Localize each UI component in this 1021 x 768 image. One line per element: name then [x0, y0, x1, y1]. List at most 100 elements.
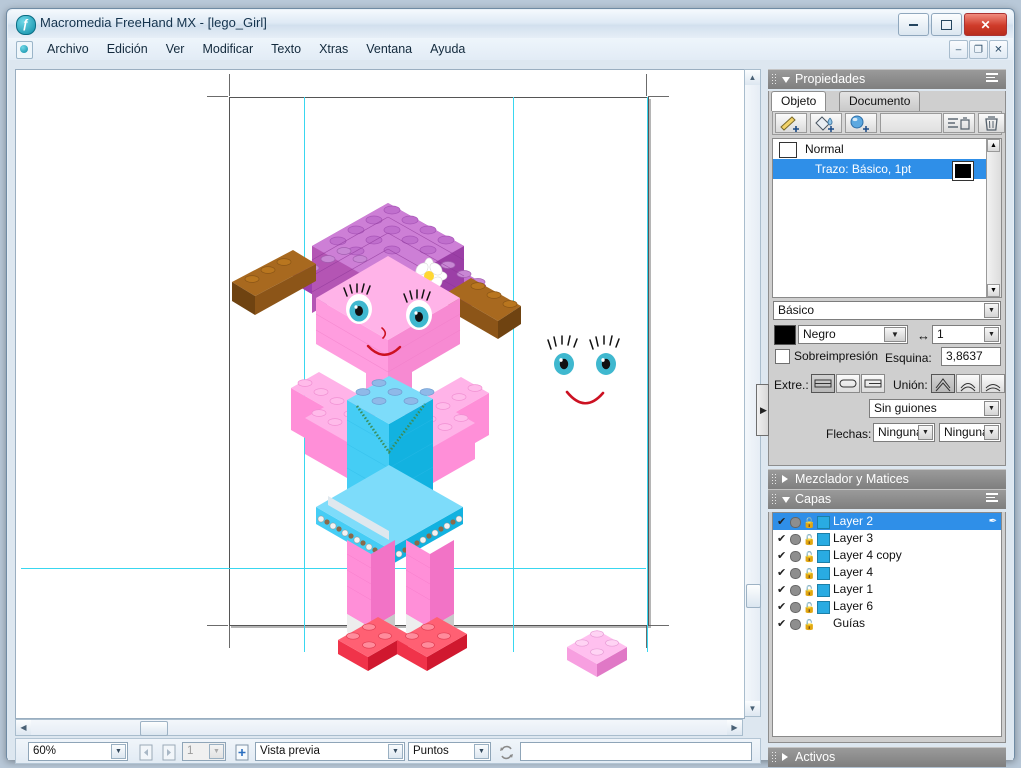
- tab-documento[interactable]: Documento: [839, 91, 921, 111]
- menu-edicion[interactable]: Edición: [98, 40, 157, 58]
- drag-grip-icon[interactable]: [771, 751, 778, 764]
- minimize-button[interactable]: [898, 13, 929, 36]
- tab-objeto[interactable]: Objeto: [771, 91, 827, 111]
- layer-row-layer-4-copy[interactable]: ✔ 🔓 Layer 4 copy: [773, 547, 1001, 564]
- dash-style-select[interactable]: Sin guiones ▼: [869, 399, 1001, 418]
- layer-color-swatch[interactable]: [817, 567, 830, 580]
- menu-ayuda[interactable]: Ayuda: [421, 40, 474, 58]
- chevron-down-icon[interactable]: [782, 77, 790, 83]
- menu-texto[interactable]: Texto: [262, 40, 310, 58]
- close-button[interactable]: ✕: [964, 13, 1007, 36]
- layer-print-icon[interactable]: [790, 534, 801, 545]
- units-select[interactable]: Puntos ▼: [408, 742, 491, 761]
- arrow-start-select[interactable]: Ninguna ▼: [873, 423, 935, 442]
- scroll-right-arrow[interactable]: ▶: [727, 720, 742, 735]
- chevron-down-icon[interactable]: ▼: [984, 303, 999, 318]
- stroke-color-select[interactable]: Negro ▼: [798, 325, 908, 344]
- overprint-checkbox[interactable]: [775, 349, 790, 364]
- join-bevel-button[interactable]: [981, 374, 1005, 393]
- lego-girl-artwork[interactable]: [16, 70, 744, 718]
- layer-color-swatch[interactable]: [817, 584, 830, 597]
- previous-page-icon[interactable]: [136, 742, 157, 763]
- layer-color-swatch[interactable]: [817, 533, 830, 546]
- layer-print-icon[interactable]: [790, 517, 801, 528]
- menu-ver[interactable]: Ver: [157, 40, 194, 58]
- drag-grip-icon[interactable]: [771, 73, 778, 86]
- panel-options-icon[interactable]: [986, 73, 1000, 86]
- list-item[interactable]: Normal: [773, 139, 1001, 159]
- delete-attribute-icon[interactable]: [943, 113, 975, 133]
- cap-round-button[interactable]: [836, 374, 860, 393]
- drag-grip-icon[interactable]: [771, 493, 778, 506]
- trash-icon[interactable]: [978, 113, 1005, 133]
- page-number-select[interactable]: 1 ▼: [182, 742, 226, 761]
- layer-row-layer-3[interactable]: ✔ 🔓 Layer 3: [773, 530, 1001, 547]
- chevron-down-icon[interactable]: [782, 497, 790, 503]
- next-page-icon[interactable]: [159, 742, 180, 763]
- panel-options-icon[interactable]: [986, 493, 1000, 506]
- layer-row-layer-6[interactable]: ✔ 🔓 Layer 6: [773, 598, 1001, 615]
- layer-row-layer-2[interactable]: ✔ 🔓 Layer 2 ✒: [773, 513, 1001, 530]
- cap-square-button[interactable]: [861, 374, 885, 393]
- vertical-scroll-thumb[interactable]: [746, 584, 761, 608]
- mixer-panel-header[interactable]: Mezclador y Matices: [768, 469, 1006, 489]
- layer-color-swatch[interactable]: [817, 516, 830, 529]
- horizontal-scroll-thumb[interactable]: [140, 721, 168, 736]
- chevron-down-icon[interactable]: ▼: [111, 744, 126, 759]
- menu-archivo[interactable]: Archivo: [38, 40, 98, 58]
- menu-modificar[interactable]: Modificar: [193, 40, 262, 58]
- cap-butt-button[interactable]: [811, 374, 835, 393]
- chevron-right-icon[interactable]: [782, 753, 788, 761]
- canvas-area[interactable]: [15, 69, 745, 719]
- list-scrollbar[interactable]: ▲ ▼: [986, 139, 1001, 297]
- add-fill-icon[interactable]: [810, 113, 842, 133]
- stroke-color-swatch[interactable]: [952, 161, 974, 181]
- add-page-icon[interactable]: [232, 742, 253, 763]
- chevron-down-icon[interactable]: ▼: [918, 425, 933, 440]
- miter-limit-input[interactable]: 3,8637: [941, 347, 1001, 366]
- layers-panel-header[interactable]: Capas: [768, 489, 1006, 509]
- chevron-down-icon[interactable]: ▼: [388, 744, 403, 759]
- add-stroke-icon[interactable]: [775, 113, 807, 133]
- layer-visibility-icon[interactable]: ✔: [777, 616, 786, 633]
- mdi-minimize-button[interactable]: –: [949, 40, 968, 59]
- layer-visibility-icon[interactable]: ✔: [777, 514, 786, 531]
- layer-visibility-icon[interactable]: ✔: [777, 531, 786, 548]
- horizontal-scrollbar[interactable]: ◀ ▶: [15, 719, 743, 736]
- chevron-down-icon[interactable]: ▼: [984, 401, 999, 416]
- normal-swatch[interactable]: [779, 142, 797, 158]
- stroke-type-select[interactable]: Básico ▼: [773, 301, 1001, 320]
- mdi-restore-button[interactable]: ❐: [969, 40, 988, 59]
- mdi-close-button[interactable]: ✕: [989, 40, 1008, 59]
- menu-ventana[interactable]: Ventana: [357, 40, 421, 58]
- chevron-down-icon[interactable]: ▼: [984, 327, 999, 342]
- scroll-up-arrow[interactable]: ▲: [987, 139, 1000, 152]
- layer-print-icon[interactable]: [790, 568, 801, 579]
- zoom-level-select[interactable]: 60% ▼: [28, 742, 128, 761]
- join-miter-button[interactable]: [931, 374, 955, 393]
- join-round-button[interactable]: [956, 374, 980, 393]
- chevron-down-icon[interactable]: ▼: [209, 744, 224, 759]
- maximize-button[interactable]: [931, 13, 962, 36]
- layer-visibility-icon[interactable]: ✔: [777, 582, 786, 599]
- layer-color-swatch[interactable]: [817, 601, 830, 614]
- layer-visibility-icon[interactable]: ✔: [777, 599, 786, 616]
- layer-row-layer-1[interactable]: ✔ 🔓 Layer 1: [773, 581, 1001, 598]
- layers-list[interactable]: ✔ 🔓 Layer 2 ✒ ✔ 🔓 Layer 3 ✔ 🔓 Layer 4 co…: [772, 512, 1002, 737]
- stroke-color-chip[interactable]: [774, 325, 796, 345]
- add-effect-icon[interactable]: [845, 113, 877, 133]
- layer-visibility-icon[interactable]: ✔: [777, 548, 786, 565]
- arrow-end-select[interactable]: Ninguna ▼: [939, 423, 1001, 442]
- chevron-right-icon[interactable]: [782, 475, 788, 483]
- object-attributes-list[interactable]: Normal Trazo: Básico, 1pt ▲ ▼: [772, 138, 1002, 298]
- view-mode-select[interactable]: Vista previa ▼: [255, 742, 405, 761]
- layer-print-icon[interactable]: [790, 585, 801, 596]
- panel-collapse-toggle[interactable]: ▶: [756, 384, 769, 436]
- chevron-down-icon[interactable]: ▼: [884, 327, 906, 342]
- drag-grip-icon[interactable]: [771, 473, 778, 486]
- layer-print-icon[interactable]: [790, 551, 801, 562]
- layer-lock-icon[interactable]: 🔓: [803, 617, 815, 634]
- scroll-left-arrow[interactable]: ◀: [16, 720, 31, 735]
- layer-visibility-icon[interactable]: ✔: [777, 565, 786, 582]
- scroll-up-arrow[interactable]: ▲: [745, 70, 760, 85]
